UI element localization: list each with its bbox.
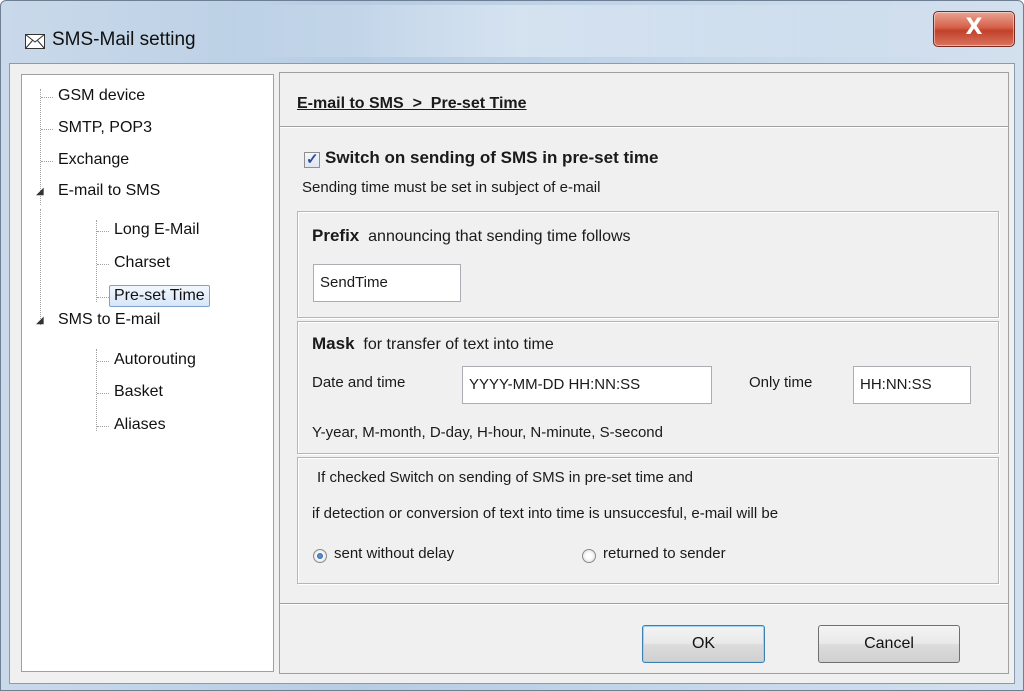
returned-to-sender-label[interactable]: returned to sender bbox=[603, 545, 726, 562]
collapse-arrow-icon[interactable]: ◢ bbox=[36, 186, 44, 197]
tree-connector bbox=[97, 264, 109, 265]
prefix-input[interactable]: SendTime bbox=[313, 264, 461, 302]
date-time-label: Date and time bbox=[312, 374, 406, 391]
tree-connector bbox=[97, 231, 109, 232]
close-button[interactable]: X bbox=[933, 11, 1015, 47]
tree-connector bbox=[41, 161, 53, 162]
mask-legend: Y-year, M-month, D-day, H-hour, N-minute… bbox=[312, 424, 663, 441]
only-time-label: Only time bbox=[749, 374, 813, 391]
only-time-mask-input[interactable]: HH:NN:SS bbox=[853, 366, 971, 404]
cancel-button[interactable]: Cancel bbox=[818, 625, 960, 663]
title-bar-glare bbox=[231, 5, 951, 57]
tree-item-smtp-pop3[interactable]: SMTP, POP3 bbox=[58, 119, 152, 137]
settings-panel: E-mail to SMS > Pre-set Time ✓ Switch on… bbox=[279, 72, 1009, 674]
switch-preset-time-checkbox[interactable]: ✓ bbox=[304, 151, 320, 168]
tree-item-autorouting[interactable]: Autorouting bbox=[114, 351, 196, 369]
radio-sent-without-delay[interactable] bbox=[313, 549, 327, 563]
settings-tree[interactable]: GSM device SMTP, POP3 Exchange ◢ E-mail … bbox=[21, 74, 274, 672]
close-icon: X bbox=[965, 15, 983, 40]
dialog-client-area: GSM device SMTP, POP3 Exchange ◢ E-mail … bbox=[9, 63, 1015, 684]
tree-item-aliases[interactable]: Aliases bbox=[114, 416, 166, 434]
footer-divider bbox=[280, 603, 1008, 605]
tree-item-basket[interactable]: Basket bbox=[114, 383, 163, 401]
prefix-title: Prefix announcing that sending time foll… bbox=[312, 226, 631, 246]
tree-item-email-to-sms[interactable]: E-mail to SMS bbox=[58, 182, 160, 200]
collapse-arrow-icon[interactable]: ◢ bbox=[36, 315, 44, 326]
tree-item-gsm-device[interactable]: GSM device bbox=[58, 87, 145, 105]
date-time-mask-input[interactable]: YYYY-MM-DD HH:NN:SS bbox=[462, 366, 712, 404]
mask-group: Mask for transfer of text into time Date… bbox=[297, 321, 999, 454]
tree-item-long-email[interactable]: Long E-Mail bbox=[114, 221, 199, 239]
tree-connector bbox=[97, 361, 109, 362]
fallback-group: If checked Switch on sending of SMS in p… bbox=[297, 457, 999, 584]
tree-connector bbox=[97, 297, 109, 298]
breadcrumb: E-mail to SMS > Pre-set Time bbox=[297, 95, 527, 112]
fallback-text-line2: if detection or conversion of text into … bbox=[312, 505, 779, 522]
radio-returned-to-sender[interactable] bbox=[582, 549, 596, 563]
tree-item-sms-to-email[interactable]: SMS to E-mail bbox=[58, 311, 160, 329]
envelope-icon bbox=[25, 34, 45, 49]
tree-connector bbox=[97, 393, 109, 394]
tree-connector bbox=[41, 129, 53, 130]
ok-button[interactable]: OK bbox=[642, 625, 765, 663]
switch-note: Sending time must be set in subject of e… bbox=[302, 179, 601, 196]
mask-title-bold: Mask bbox=[312, 334, 355, 353]
dialog-window: SMS-Mail setting X GSM device SMTP, POP3… bbox=[0, 0, 1024, 691]
prefix-title-text: announcing that sending time follows bbox=[368, 228, 631, 245]
tree-connector bbox=[97, 426, 109, 427]
tree-connector bbox=[96, 220, 97, 302]
tree-item-charset[interactable]: Charset bbox=[114, 254, 170, 272]
tree-item-preset-time[interactable]: Pre-set Time bbox=[109, 285, 210, 307]
sent-without-delay-label[interactable]: sent without delay bbox=[334, 545, 454, 562]
tree-item-exchange[interactable]: Exchange bbox=[58, 151, 129, 169]
tree-connector bbox=[41, 97, 53, 98]
mask-title: Mask for transfer of text into time bbox=[312, 334, 554, 354]
fallback-text-line1: If checked Switch on sending of SMS in p… bbox=[317, 469, 694, 486]
prefix-title-bold: Prefix bbox=[312, 226, 360, 245]
prefix-group: Prefix announcing that sending time foll… bbox=[297, 211, 999, 318]
tree-connector bbox=[40, 209, 41, 325]
switch-preset-time-label[interactable]: Switch on sending of SMS in pre-set time bbox=[325, 148, 658, 168]
title-bar[interactable]: SMS-Mail setting X bbox=[1, 1, 1023, 61]
mask-title-text: for transfer of text into time bbox=[363, 336, 554, 353]
check-icon: ✓ bbox=[306, 151, 319, 168]
window-title: SMS-Mail setting bbox=[52, 29, 196, 50]
header-divider bbox=[280, 126, 1008, 128]
